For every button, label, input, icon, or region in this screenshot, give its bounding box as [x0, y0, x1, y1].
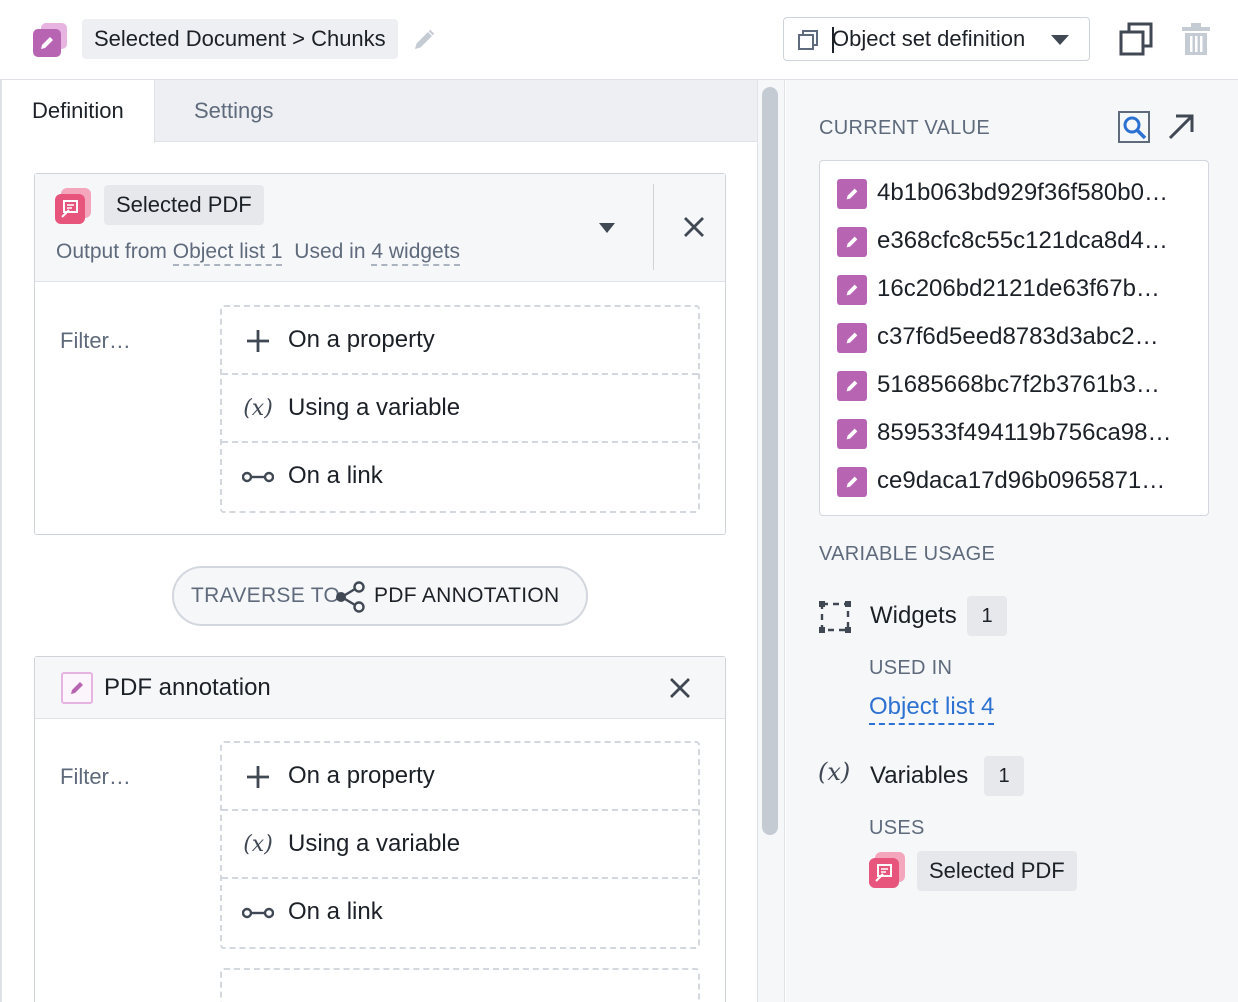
value-id: 51685668bc7f2b3761b3… — [877, 371, 1160, 398]
tab-settings[interactable]: Settings — [164, 80, 304, 142]
value-id: 859533f494119b756ca98… — [877, 419, 1172, 446]
variables-count-badge: 1 — [984, 756, 1024, 796]
object-set-icon — [798, 30, 818, 50]
filter-on-link[interactable]: On a link — [222, 443, 698, 511]
pencil-icon — [837, 179, 867, 209]
pencil-icon — [837, 275, 867, 305]
output-from-link[interactable]: Object list 1 — [172, 240, 283, 266]
chevron-down-icon — [1051, 35, 1069, 45]
pencil-icon — [837, 227, 867, 257]
filter-option-label: On a property — [288, 326, 435, 353]
variable-icon: (x) — [243, 832, 273, 857]
list-item[interactable]: e368cfc8c55c121dca8d4… — [820, 216, 1208, 264]
object-set-block-pdf-annotation: PDF annotation Filter… On a property (x)… — [34, 656, 726, 1002]
filter-label: Filter… — [60, 328, 131, 353]
filter-option-label: Using a variable — [288, 830, 461, 857]
plus-icon — [242, 327, 274, 355]
filter-option-label: On a link — [288, 898, 383, 925]
filter-option-label: On a link — [288, 462, 383, 489]
current-value-label: CURRENT VALUE — [819, 117, 990, 139]
widget-icon — [819, 601, 851, 633]
traverse-button[interactable]: TRAVERSE TO PDF ANNOTATION — [172, 566, 588, 626]
widgets-count-badge: 1 — [967, 596, 1007, 636]
output-from-label: Output from — [56, 240, 167, 263]
header-bar: Selected Document > Chunks Object set de… — [0, 0, 1238, 80]
tab-definition[interactable]: Definition — [2, 80, 155, 143]
filter-on-property[interactable]: On a property — [222, 307, 698, 375]
filter-options: On a property (x) Using a variable On a … — [220, 305, 700, 513]
edit-icon[interactable] — [411, 27, 437, 53]
filter-using-variable[interactable]: (x) Using a variable — [222, 811, 698, 879]
filter-options: On a property (x) Using a variable On a … — [220, 741, 700, 949]
uses-label: USES — [869, 817, 925, 839]
variable-icon: (x) — [243, 396, 273, 421]
variables-label: Variables — [870, 762, 969, 789]
list-item[interactable]: ce9daca17d96b0965871… — [820, 456, 1208, 504]
filter-option-label: On a property — [288, 762, 435, 789]
close-icon[interactable] — [683, 216, 705, 238]
pencil-icon — [837, 419, 867, 449]
pencil-icon — [837, 371, 867, 401]
widgets-label: Widgets — [870, 602, 957, 629]
value-id: 4b1b063bd929f36f580b0… — [877, 179, 1168, 206]
block-name-pill: Selected PDF — [104, 185, 264, 225]
filter-on-link[interactable]: On a link — [222, 879, 698, 947]
current-value-list: 4b1b063bd929f36f580b0… e368cfc8c55c121dc… — [819, 160, 1209, 516]
list-item[interactable]: 16c206bd2121de63f67b… — [820, 264, 1208, 312]
used-in-label: Used in — [294, 240, 366, 263]
list-item[interactable]: c37f6d5eed8783d3abc2… — [820, 312, 1208, 360]
variable-title[interactable]: Selected Document > Chunks — [82, 19, 398, 59]
link-icon — [242, 463, 274, 491]
used-in-object-list-link[interactable]: Object list 4 — [869, 693, 995, 725]
pencil-icon — [837, 467, 867, 497]
object-set-block-selected-pdf: Selected PDF Output from Object list 1 U… — [34, 173, 726, 535]
scrollbar-thumb[interactable] — [762, 87, 778, 835]
list-item[interactable]: 859533f494119b756ca98… — [820, 408, 1208, 456]
filter-label: Filter… — [60, 764, 131, 789]
block-meta: Output from Object list 1 Used in 4 widg… — [56, 240, 461, 266]
definition-panel: Definition Settings Selected PDF Output … — [0, 80, 757, 1002]
variable-icon: (x) — [818, 758, 851, 786]
object-set-definition-select[interactable]: Object set definition — [783, 17, 1090, 61]
list-item[interactable]: 4b1b063bd929f36f580b0… — [820, 168, 1208, 216]
used-in-label: USED IN — [869, 657, 953, 679]
tab-bar: Definition Settings — [2, 80, 757, 143]
uses-variable-pill[interactable]: Selected PDF — [917, 851, 1077, 891]
variable-details-panel: CURRENT VALUE 4b1b063bd929f36f580b0… e36… — [786, 80, 1238, 1002]
value-id: ce9daca17d96b0965871… — [877, 467, 1166, 494]
list-item[interactable]: 51685668bc7f2b3761b3… — [820, 360, 1208, 408]
block-header: Selected PDF Output from Object list 1 U… — [35, 174, 725, 282]
trash-icon[interactable] — [1179, 21, 1215, 57]
pdf-object-icon — [869, 852, 907, 890]
object-set-select-label: Object set definition — [832, 26, 1026, 51]
pencil-icon — [41, 37, 53, 49]
filter-option-label: Using a variable — [288, 394, 461, 421]
close-icon[interactable] — [669, 677, 691, 699]
pencil-icon — [61, 672, 93, 704]
value-id: 16c206bd2121de63f67b… — [877, 275, 1160, 302]
value-id: c37f6d5eed8783d3abc2… — [877, 323, 1159, 350]
link-icon — [242, 899, 274, 927]
pdf-object-icon — [55, 188, 93, 226]
traverse-prefix: TRAVERSE TO — [191, 584, 341, 607]
open-external-icon[interactable] — [1166, 112, 1196, 142]
filter-using-variable[interactable]: (x) Using a variable — [222, 375, 698, 443]
traverse-target: PDF ANNOTATION — [374, 584, 560, 607]
used-in-link[interactable]: 4 widgets — [371, 240, 461, 266]
chevron-down-icon[interactable] — [598, 222, 616, 234]
block-header: PDF annotation — [35, 657, 725, 719]
duplicate-icon[interactable] — [1118, 21, 1154, 57]
filter-on-property[interactable]: On a property — [222, 743, 698, 811]
variable-type-icon — [33, 23, 67, 57]
value-id: e368cfc8c55c121dca8d4… — [877, 227, 1168, 254]
pencil-icon — [837, 323, 867, 353]
inspect-icon[interactable] — [1117, 110, 1151, 144]
plus-icon — [242, 763, 274, 791]
block-name: PDF annotation — [104, 674, 271, 701]
variable-usage-label: VARIABLE USAGE — [819, 543, 996, 565]
filter-options-partial — [220, 968, 700, 1002]
traverse-icon — [336, 581, 365, 613]
